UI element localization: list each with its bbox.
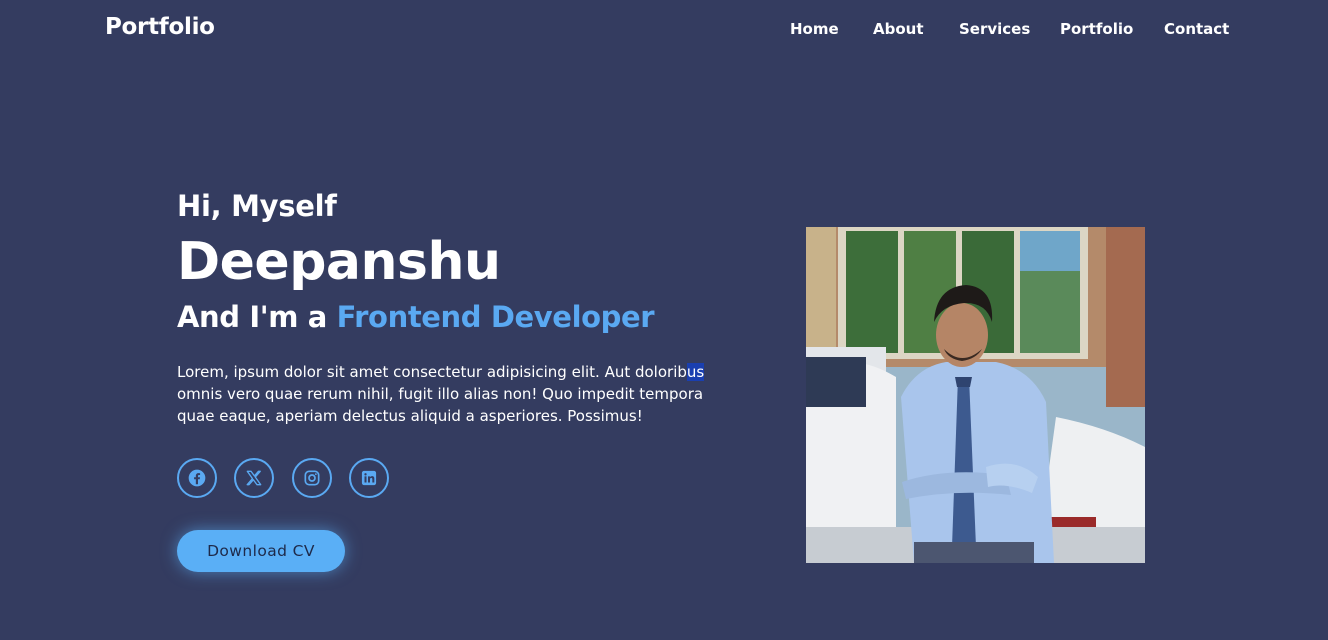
linkedin-link[interactable] — [349, 458, 389, 498]
hero-text: Hi, Myself Deepanshu And I'm a Frontend … — [177, 188, 737, 498]
facebook-icon — [187, 468, 207, 488]
hero-greeting: Hi, Myself — [177, 189, 337, 223]
bio-text-end: omnis vero quae rerum nihil, fugit illo … — [177, 385, 704, 425]
role-prefix: And I'm a — [177, 300, 337, 334]
x-twitter-link[interactable] — [234, 458, 274, 498]
nav-link-services[interactable]: Services — [959, 20, 1030, 38]
logo-link[interactable]: Portfolio — [105, 14, 215, 40]
linkedin-icon — [359, 468, 379, 488]
hero-name: Deepanshu — [177, 232, 501, 292]
role-highlight: Frontend Developer — [336, 300, 655, 334]
facebook-link[interactable] — [177, 458, 217, 498]
instagram-icon — [302, 468, 322, 488]
download-cv-button[interactable]: Download CV — [177, 530, 345, 572]
nav-link-contact[interactable]: Contact — [1164, 20, 1229, 38]
nav-link-home[interactable]: Home — [790, 20, 839, 38]
nav-link-about[interactable]: About — [873, 20, 924, 38]
instagram-link[interactable] — [292, 458, 332, 498]
hero-bio: Lorem, ipsum dolor sit amet consectetur … — [177, 361, 722, 427]
hero-role: And I'm a Frontend Developer — [177, 298, 737, 336]
navbar: Portfolio Home About Services Portfolio … — [0, 0, 1328, 58]
x-twitter-icon — [244, 468, 264, 488]
profile-photo — [806, 227, 1145, 563]
bio-selected-text: us — [686, 363, 705, 381]
nav-link-portfolio[interactable]: Portfolio — [1060, 20, 1133, 38]
bio-text-start: Lorem, ipsum dolor sit amet consectetur … — [177, 363, 687, 381]
social-links — [177, 458, 737, 498]
